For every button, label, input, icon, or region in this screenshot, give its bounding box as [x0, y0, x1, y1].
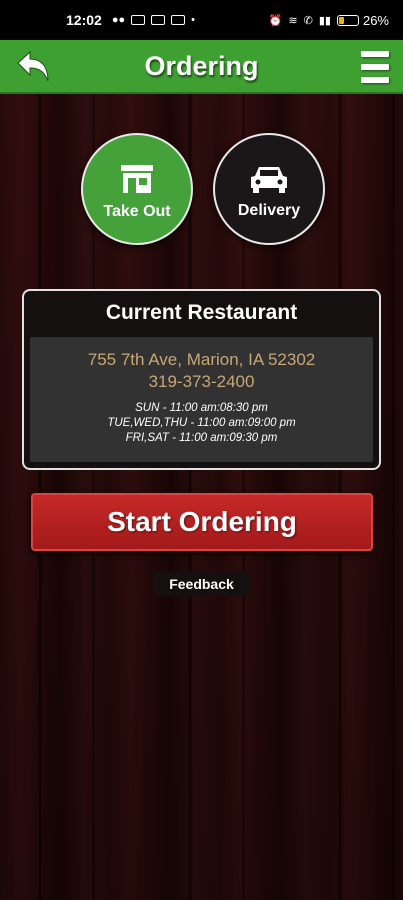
wifi-icon: ≋: [288, 14, 298, 27]
current-restaurant-card[interactable]: Current Restaurant 755 7th Ave, Marion, …: [22, 289, 381, 470]
notification-icons: ●● •: [112, 14, 195, 26]
status-time: 12:02: [66, 12, 102, 28]
battery-percent: 26%: [362, 12, 389, 28]
hours-line: FRI,SAT - 11:00 am:09:30 pm: [125, 432, 278, 444]
call-icon: ✆: [303, 14, 313, 27]
restaurant-details: 755 7th Ave, Marion, IA 52302 319-373-24…: [30, 337, 373, 462]
card-heading: Current Restaurant: [105, 301, 298, 324]
app-header: Ordering: [0, 40, 403, 94]
back-arrow-icon: [17, 50, 49, 82]
hours-line: SUN - 11:00 am:08:30 pm: [135, 402, 268, 414]
back-button[interactable]: [14, 49, 54, 85]
battery-icon: 26%: [336, 12, 389, 28]
page-title: Ordering: [144, 50, 259, 81]
car-icon: [251, 167, 287, 193]
voicemail-icon: ●●: [111, 14, 126, 26]
system-icons: ⏰ ≋ ✆ ▮▮ 26%: [269, 13, 389, 28]
restaurant-address: 755 7th Ave, Marion, IA 52302: [87, 350, 316, 369]
signal-icon: ▮▮: [318, 14, 331, 27]
menu-icon: [361, 51, 389, 57]
takeout-label: Take Out: [103, 203, 171, 220]
status-bar: 12:02 ●● • ⏰ ≋ ✆ ▮▮ 26%: [0, 0, 403, 40]
restaurant-hours: SUN - 11:00 am:08:30 pm TUE,WED,THU - 11…: [30, 401, 373, 446]
restaurant-phone[interactable]: 319-373-2400: [30, 371, 373, 393]
alarm-icon: ⏰: [268, 14, 283, 27]
instagram-icon: [171, 15, 186, 25]
message-icon: [131, 15, 146, 25]
feedback-button[interactable]: Feedback: [153, 571, 250, 596]
delivery-label: Delivery: [237, 202, 301, 219]
start-ordering-button[interactable]: Start Ordering: [31, 493, 373, 551]
hours-line: TUE,WED,THU - 11:00 am:09:00 pm: [107, 417, 296, 429]
dot-icon: •: [191, 14, 195, 26]
storefront-icon: [121, 165, 153, 193]
wood-background: [0, 40, 403, 900]
menu-button[interactable]: [361, 51, 389, 83]
takeout-option[interactable]: Take Out: [81, 133, 193, 245]
facebook-icon: [151, 15, 166, 25]
delivery-option[interactable]: Delivery: [213, 133, 325, 245]
